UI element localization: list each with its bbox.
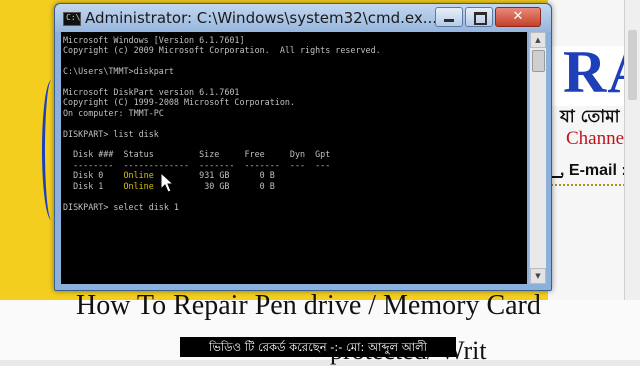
channel-text: Channel [566,128,630,149]
document-heading: How To Repair Pen drive / Memory Card [76,290,541,321]
console-line: DISKPART> select disk 1 [63,201,179,212]
cmd-app-icon[interactable]: C:\ [63,12,81,26]
console-scrollbar[interactable]: ▲ ▼ [529,32,546,284]
maximize-button[interactable] [465,7,493,27]
minimize-icon [444,19,454,22]
email-label: , E-mail : [560,162,627,179]
disk-status: Online [123,170,154,181]
console-line: Microsoft DiskPart version 6.1.7601 [63,87,240,98]
document-scroll-thumb[interactable] [628,30,637,100]
disk-label: Disk 1 [63,180,124,191]
console-text: Microsoft Windows [Version 6.1.7601] Cop… [61,32,527,212]
console-scroll-thumb[interactable] [532,50,545,72]
console-line: On computer: TMMT-PC [63,107,164,118]
console-line: Copyright (C) 1999-2008 Microsoft Corpor… [63,97,295,108]
console-line: DISKPART> list disk [63,128,159,139]
console-line: -------- ------------- ------- ------- -… [73,159,331,170]
cmd-icon-text: C:\ [66,13,81,22]
mouse-pointer-icon [160,171,175,198]
disk-label: Disk 0 [63,170,124,181]
console-output[interactable]: Microsoft Windows [Version 6.1.7601] Cop… [61,32,527,284]
video-caption: ভিডিও টি রেকর্ড করেছেন -:- মো: আব্দুল আল… [180,337,456,357]
window-title: Administrator: C:\Windows\system32\cmd.e… [85,9,438,27]
minimize-button[interactable] [435,7,463,27]
console-line: Copyright (c) 2009 Microsoft Corporation… [63,45,381,56]
console-line: C:\Users\TMMT>diskpart [63,66,174,77]
console-line: Disk ### Status Size Free Dyn Gpt [73,149,331,160]
disk-status: Online [123,180,154,191]
cmd-window[interactable]: C:\ Administrator: C:\Windows\system32\c… [54,3,552,291]
title-bar[interactable]: C:\ Administrator: C:\Windows\system32\c… [55,4,551,32]
maximize-icon [474,12,487,25]
scroll-down-arrow-icon[interactable]: ▼ [530,268,546,284]
close-button[interactable]: ✕ [495,7,541,27]
close-icon: ✕ [512,9,524,24]
console-line: Microsoft Windows [Version 6.1.7601] [63,35,245,45]
document-scrollbar[interactable] [624,0,640,300]
scroll-up-arrow-icon[interactable]: ▲ [530,32,546,48]
